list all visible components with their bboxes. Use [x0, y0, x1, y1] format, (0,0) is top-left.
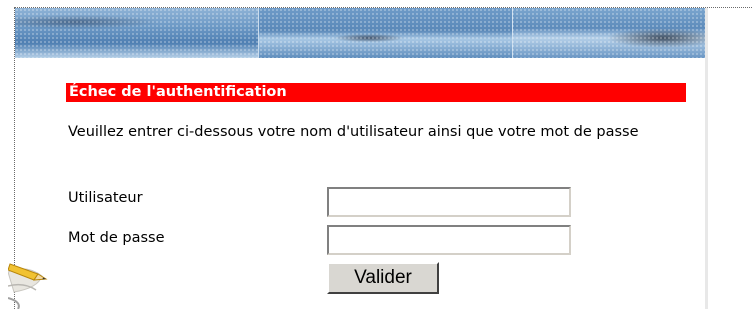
- login-instructions: Veuillez entrer ci-dessous votre nom d'u…: [68, 124, 639, 140]
- username-label: Utilisateur: [68, 190, 143, 206]
- submit-button[interactable]: Valider: [327, 262, 439, 294]
- header-banner: [15, 8, 705, 58]
- pencil-icon: [8, 263, 48, 309]
- right-separator: [705, 8, 708, 309]
- banner-texture: [15, 8, 705, 58]
- error-title: Échec de l'authentification: [69, 84, 287, 100]
- error-banner: Échec de l'authentification: [66, 83, 686, 102]
- password-label: Mot de passe: [68, 230, 165, 246]
- password-input[interactable]: [327, 225, 571, 255]
- login-page: Échec de l'authentification Veuillez ent…: [0, 0, 752, 309]
- username-input[interactable]: [327, 187, 571, 217]
